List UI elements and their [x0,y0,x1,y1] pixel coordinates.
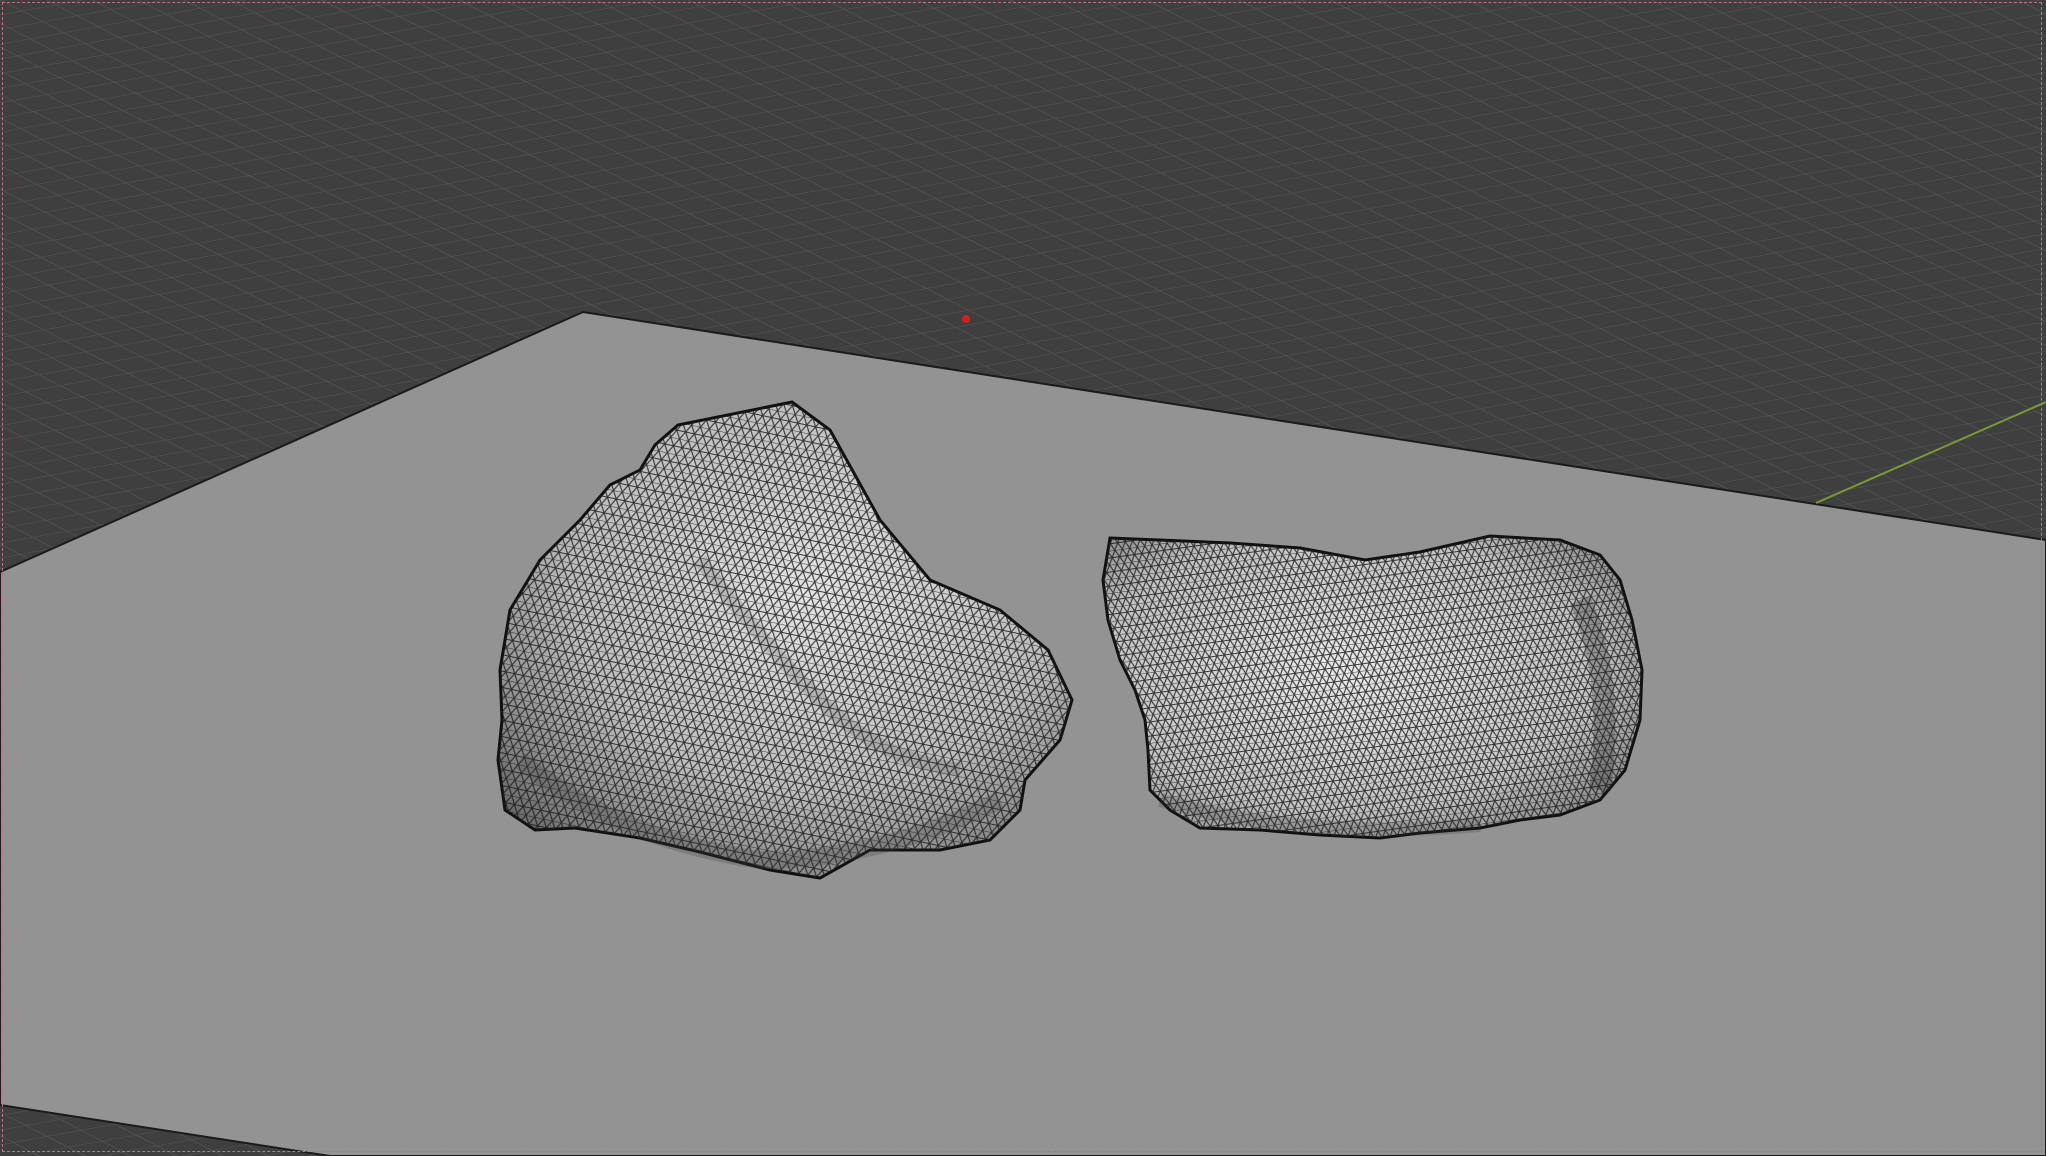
origin-marker[interactable] [962,315,970,323]
3d-viewport[interactable] [0,0,2046,1156]
rock-right[interactable] [1101,534,1644,840]
viewport-canvas[interactable] [0,0,2046,1156]
